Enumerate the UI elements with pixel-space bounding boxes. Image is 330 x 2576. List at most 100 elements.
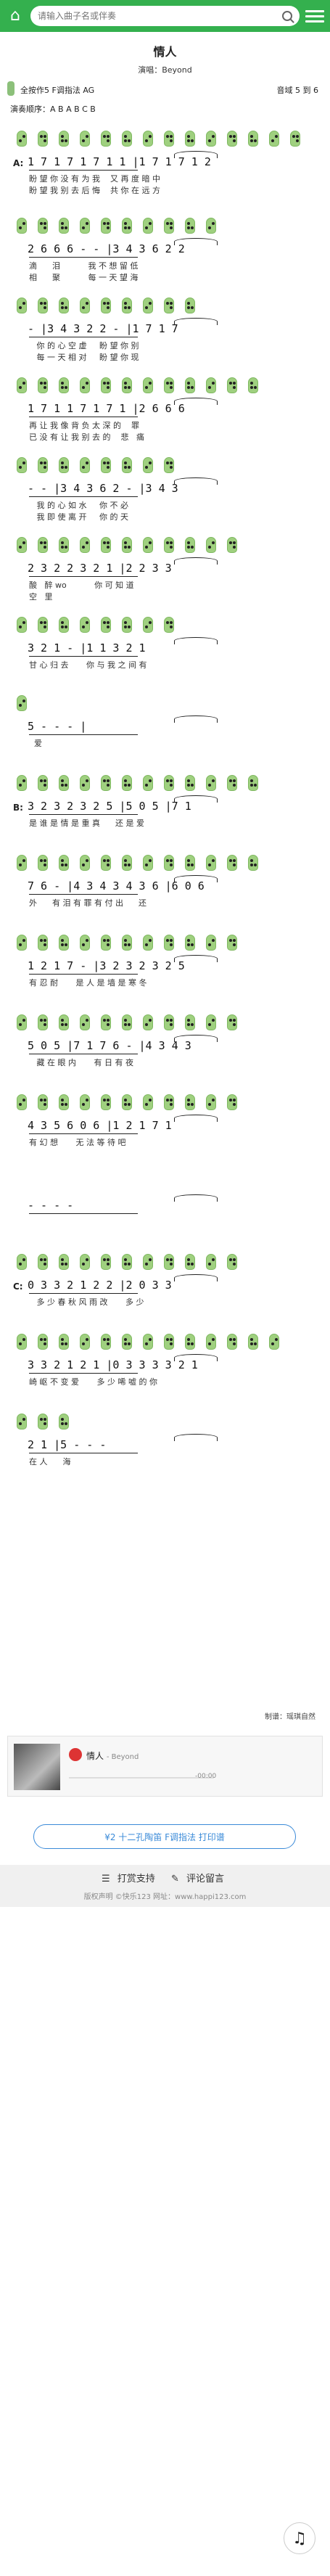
fingering-icon (226, 935, 238, 952)
fingering-icon (16, 1334, 28, 1351)
fingering-icon (226, 377, 238, 395)
fingering-icon (100, 855, 112, 872)
lyric-line: 在 人 海 (29, 1457, 71, 1467)
player-time: -00:00 (195, 1773, 217, 1780)
lyric-line: 空 里 (29, 592, 53, 602)
fingering-icon (37, 1254, 49, 1271)
fingering-icon (79, 537, 91, 554)
fingering-icon (121, 537, 133, 554)
music-player[interactable]: 情人 - Beyond -00:00 (7, 1736, 323, 1797)
fingering-icon (247, 131, 259, 148)
fingering-icon (121, 298, 133, 315)
fingering-icon (121, 377, 133, 395)
fingering-icon (163, 935, 175, 952)
lyric-line: 我 的 心 如 水 你 不 必 (29, 501, 128, 510)
home-icon[interactable]: ⌂ (6, 7, 25, 25)
search-icon[interactable] (282, 11, 292, 21)
reward-link[interactable]: ☰ 打赏支持 (102, 1874, 160, 1884)
fingering-icon (58, 298, 70, 315)
fingering-icon (142, 1334, 154, 1351)
fingering-icon (100, 617, 112, 634)
ocarina-icon (7, 81, 15, 96)
fingering-icon (58, 1414, 70, 1431)
progress-bar[interactable] (69, 1777, 214, 1779)
fingering-icon (37, 131, 49, 148)
fingering-icon (37, 537, 49, 554)
score-sheet: A: 1 7 1 7 1 7 1 1 |1 7 1 7 1 2盼 望 你 没 有 … (0, 115, 330, 1682)
fingering-icon (184, 1014, 196, 1032)
fingering-icon (205, 775, 217, 792)
fingering-icon (16, 298, 28, 315)
top-bar: ⌂ (0, 0, 330, 32)
fingering-icon (121, 1094, 133, 1112)
fingering-icon (16, 1414, 28, 1431)
fingering-icon (142, 1254, 154, 1271)
lyric-line: 是 谁 是 情 是 重 真 还 是 爱 (29, 819, 144, 828)
search-box[interactable] (30, 6, 300, 26)
lyric-line: 酸 醉 wo 你 可 知 道 (29, 581, 134, 590)
comment-link[interactable]: ✎ 评论留言 (171, 1874, 228, 1884)
fingering-icon (163, 537, 175, 554)
song-singer: 演唱：Beyond (138, 65, 192, 75)
lyric-line: 相 聚 每 一 天 望 海 (29, 273, 139, 282)
range-info: 音域 5 到 6 (276, 86, 319, 95)
lyric-line: 崎 岖 不 变 爱 多 少 唏 嘘 的 你 (29, 1377, 157, 1387)
fingering-icon (37, 377, 49, 395)
fingering-icon (184, 855, 196, 872)
fingering-icon (16, 617, 28, 634)
fingering-icon (16, 775, 28, 792)
fingering-icon (184, 131, 196, 148)
lyric-line: 有 幻 想 无 法 等 待 吧 (29, 1138, 126, 1147)
fingering-icon (142, 537, 154, 554)
fingering-icon (226, 1014, 238, 1032)
fingering-icon (184, 377, 196, 395)
fingering-icon (163, 377, 175, 395)
lyric-line: 每 一 天 相 对 盼 望 你 现 (29, 353, 139, 362)
fingering-icon (37, 1334, 49, 1351)
fingering-icon (58, 855, 70, 872)
lyric-line: 藏 在 眼 内 有 日 有 夜 (29, 1058, 133, 1067)
play-order: 演奏顺序：A B A B C B (10, 104, 96, 114)
fingering-icon (79, 218, 91, 235)
search-input[interactable] (38, 11, 282, 21)
fingering-icon (226, 1334, 238, 1351)
fingering-icon (226, 1254, 238, 1271)
fingering-icon (58, 775, 70, 792)
fingering-icon (16, 1254, 28, 1271)
section-label: B: (13, 803, 23, 813)
fingering-icon (100, 1254, 112, 1271)
fingering-icon (37, 298, 49, 315)
player-title: 情人 - Beyond (86, 1751, 139, 1761)
fingering-icon (79, 855, 91, 872)
fingering-icon (16, 218, 28, 235)
menu-icon[interactable] (305, 9, 324, 22)
fingering-icon (226, 537, 238, 554)
fingering-icon (58, 457, 70, 475)
fingering-icon (268, 1334, 280, 1351)
fingering-icon (226, 131, 238, 148)
fingering-icon (100, 298, 112, 315)
maker-credit: 制谱：瑶琪自然 (265, 1713, 315, 1721)
fingering-icon (163, 298, 175, 315)
fingering-icon (58, 218, 70, 235)
fingering-icon (100, 537, 112, 554)
fingering-icon (184, 775, 196, 792)
fingering-icon (79, 1334, 91, 1351)
fingering-icon (58, 377, 70, 395)
lyric-line: 你 的 心 空 虚 盼 望 你 别 (29, 341, 139, 350)
fingering-icon (247, 377, 259, 395)
lyric-line: 甘 心 归 去 你 与 我 之 间 有 (29, 660, 147, 670)
fingering-icon (142, 1014, 154, 1032)
fingering-icon (16, 457, 28, 475)
fingering-icon (163, 1254, 175, 1271)
song-title: 情人 (153, 45, 177, 59)
fingering-icon (58, 1334, 70, 1351)
fingering-icon (121, 855, 133, 872)
fingering-icon (121, 935, 133, 952)
fingering-icon (100, 1334, 112, 1351)
music-note-icon[interactable]: ♫ (284, 2522, 315, 2554)
fingering-icon (142, 617, 154, 634)
lyric-line: 已 没 有 让 我 别 去 的 悲 痛 (29, 432, 144, 442)
copyright: 版权声明 ©快乐123 网址：www.happi123.com (83, 1893, 247, 1901)
print-score-button[interactable]: ¥2 十二孔陶笛 F调指法 打印谱 (33, 1824, 296, 1849)
